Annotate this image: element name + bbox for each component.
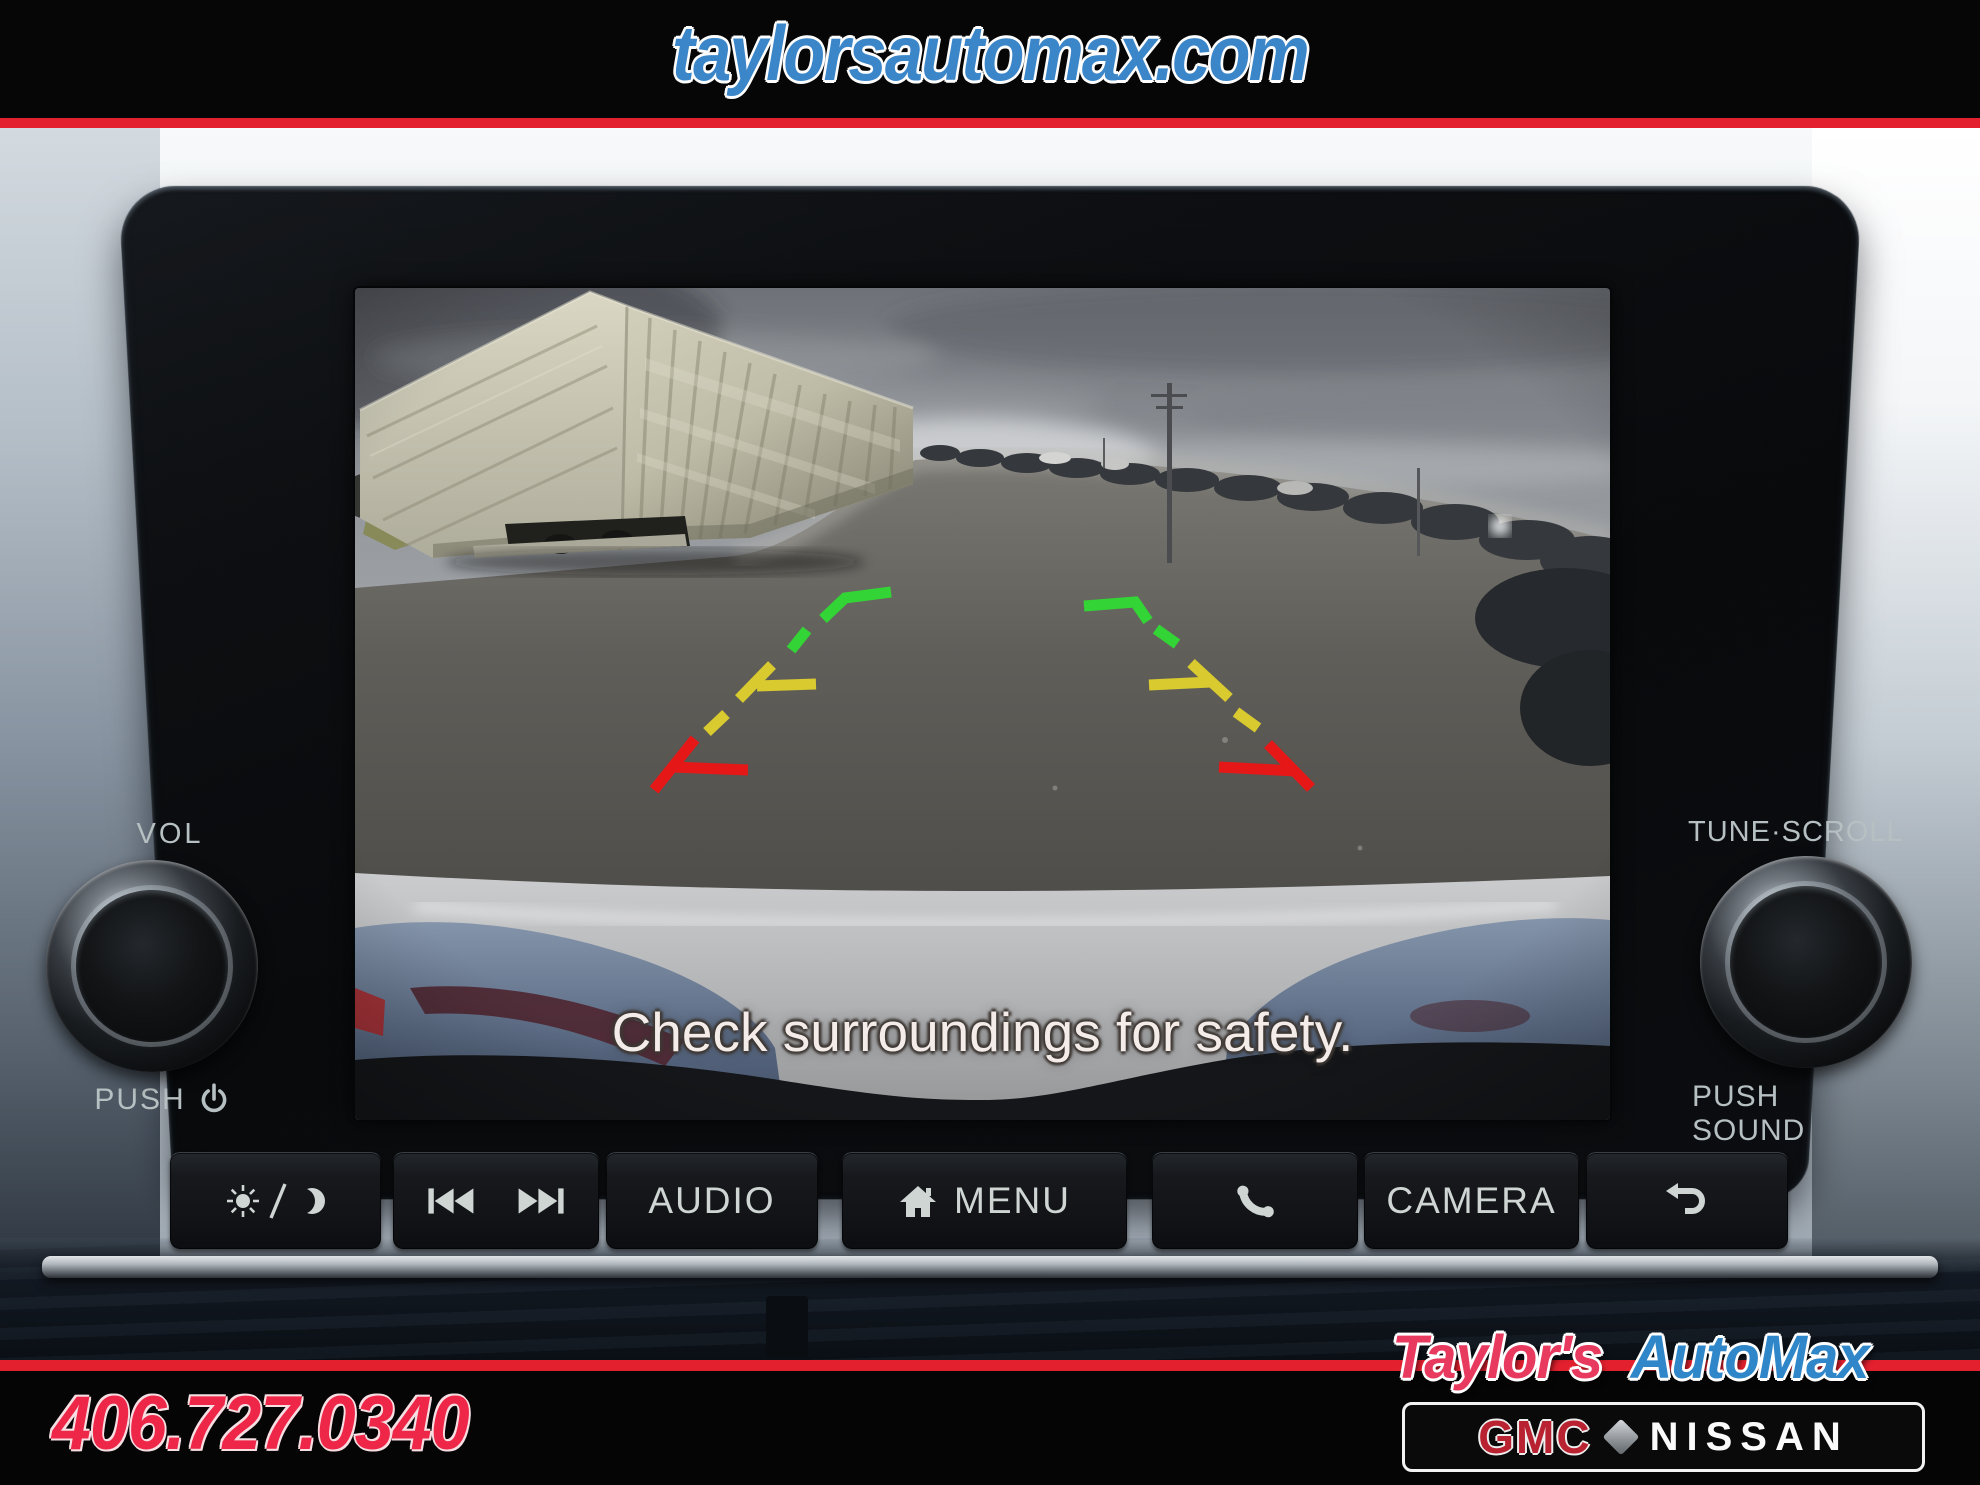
next-track-icon [514, 1183, 570, 1219]
volume-knob[interactable] [46, 860, 258, 1072]
camera-button[interactable]: CAMERA [1364, 1152, 1579, 1249]
backup-camera-screen[interactable]: Check surroundings for safety. [355, 288, 1610, 1120]
dealer-phone-number: 406.727.0340 [52, 1380, 469, 1467]
volume-knob-label: VOL [105, 818, 235, 851]
top-red-stripe [0, 118, 1980, 128]
tune-knob-label: TUNE·SCROLL [1688, 816, 1903, 849]
audio-button-label: AUDIO [648, 1180, 775, 1222]
audio-button[interactable]: AUDIO [606, 1152, 818, 1249]
menu-button[interactable]: MENU [842, 1152, 1127, 1249]
back-icon [1664, 1181, 1710, 1221]
nissan-logo: NISSAN [1650, 1415, 1849, 1460]
screenshot-root: taylorsautomax.com [0, 0, 1980, 1485]
moon-icon [295, 1184, 327, 1218]
push-sound-label: PUSH SOUND [1692, 1080, 1907, 1148]
diamond-separator-icon [1602, 1419, 1639, 1456]
home-icon [898, 1182, 938, 1220]
dealer-logo: Taylor's AutoMax [1392, 1322, 1869, 1392]
phone-button[interactable] [1152, 1152, 1358, 1249]
dash-trim-notch [766, 1296, 808, 1358]
top-banner: taylorsautomax.com [0, 0, 1980, 118]
camera-button-label: CAMERA [1386, 1180, 1556, 1222]
dealer-logo-automax: AutoMax [1631, 1323, 1869, 1391]
gmc-logo: GMC [1478, 1410, 1591, 1464]
push-label: PUSH [94, 1083, 185, 1117]
seek-tracks-button[interactable] [393, 1152, 599, 1249]
phone-icon [1234, 1181, 1276, 1221]
tune-scroll-knob[interactable] [1700, 856, 1912, 1068]
back-button[interactable] [1586, 1152, 1788, 1249]
brand-logos-box: GMC NISSAN [1402, 1402, 1925, 1472]
slash-icon [269, 1182, 287, 1220]
dealer-website-text: taylorsautomax.com [119, 8, 1861, 99]
display-brightness-button[interactable] [170, 1152, 381, 1249]
vignette [355, 288, 1610, 1120]
sun-icon [225, 1183, 261, 1219]
prev-track-icon [422, 1183, 478, 1219]
backup-camera-view [355, 288, 1610, 1120]
head-unit-chrome-edge [42, 1256, 1938, 1278]
camera-warning-text: Check surroundings for safety. [355, 1000, 1610, 1064]
push-sound-text: PUSH SOUND [1692, 1080, 1907, 1148]
menu-button-label: MENU [954, 1180, 1071, 1222]
power-icon [198, 1082, 230, 1118]
push-power-label: PUSH [62, 1082, 262, 1118]
dealer-logo-taylors: Taylor's [1392, 1323, 1602, 1391]
